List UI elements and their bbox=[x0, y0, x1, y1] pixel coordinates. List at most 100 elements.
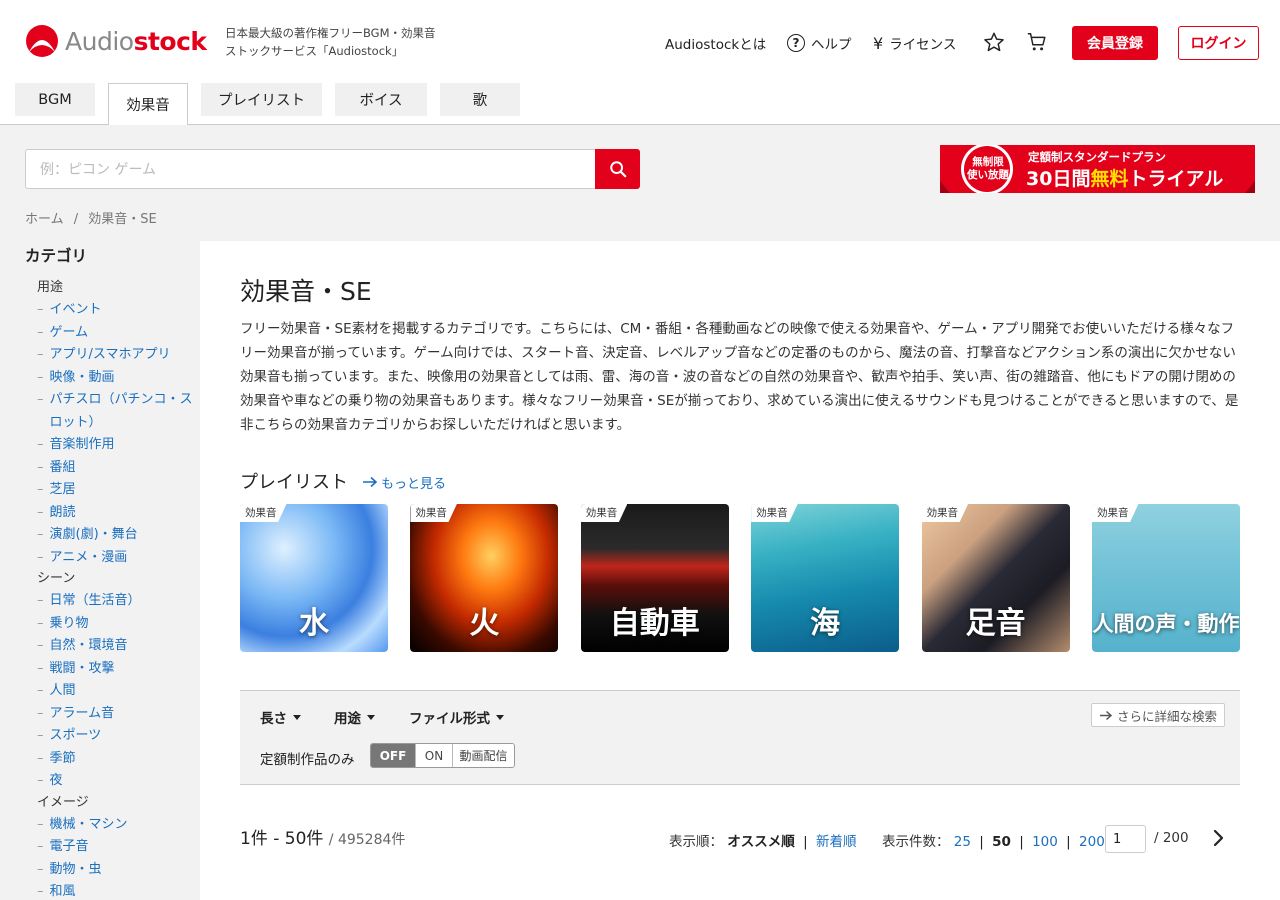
sidebar-item[interactable]: – 電子音 bbox=[25, 836, 200, 859]
sidebar-title: カテゴリ bbox=[25, 247, 88, 265]
playlist-card-human-voice[interactable]: 効果音 人間の声・動作 bbox=[1091, 504, 1240, 652]
nav-help-link[interactable]: ? ヘルプ bbox=[787, 32, 852, 54]
sidebar-item[interactable]: – アプリ/スマホアプリ bbox=[25, 344, 200, 367]
toggle-on[interactable]: ON bbox=[415, 744, 452, 767]
card-badge: 効果音 bbox=[1091, 504, 1139, 522]
cart-icon bbox=[1027, 33, 1046, 51]
card-label: 足音 bbox=[965, 606, 1026, 641]
nav-about-link[interactable]: Audiostockとは bbox=[665, 32, 766, 54]
sidebar-item[interactable]: – 人間 bbox=[25, 680, 200, 703]
sidebar-item-label: 動物・虫 bbox=[49, 861, 102, 877]
sidebar-item-label: 夜 bbox=[49, 773, 63, 788]
arrow-right-icon bbox=[1099, 710, 1113, 720]
usage-dropdown[interactable]: 用途 bbox=[334, 707, 375, 727]
dash-icon: – bbox=[37, 324, 44, 340]
per-page-100[interactable]: 100 bbox=[1032, 834, 1058, 850]
tab-bgm[interactable]: BGM bbox=[15, 83, 95, 116]
playlist-card-sea[interactable]: 効果音 海 bbox=[751, 504, 900, 652]
tab-sound-effects[interactable]: 効果音 bbox=[108, 83, 188, 125]
yen-icon: ¥ bbox=[873, 33, 884, 53]
sidebar-item[interactable]: – 和風 bbox=[25, 881, 200, 900]
sidebar-item[interactable]: – スポーツ bbox=[25, 725, 200, 748]
category-sidebar: カテゴリ 用途 – イベント – ゲーム – アプリ/スマホアプリ – 映像・動画 – パチスロ（パ… bbox=[25, 244, 200, 900]
sidebar-item[interactable]: – イベント bbox=[25, 299, 200, 322]
sidebar-item[interactable]: – 音楽制作用 bbox=[25, 434, 200, 457]
playlist-card-footsteps[interactable]: 効果音 足音 bbox=[921, 504, 1070, 652]
cart-button[interactable] bbox=[1026, 31, 1048, 53]
playlist-card-car[interactable]: 効果音 自動車 bbox=[580, 504, 729, 652]
tab-playlist[interactable]: プレイリスト bbox=[201, 83, 322, 116]
per-page-25[interactable]: 25 bbox=[954, 834, 971, 850]
nav-license-link[interactable]: ¥ ライセンス bbox=[873, 32, 956, 54]
playlist-card-fire[interactable]: 効果音 火 bbox=[410, 504, 559, 652]
sidebar-item[interactable]: – アラーム音 bbox=[25, 703, 200, 726]
search-input[interactable]: 例：ピコン ゲーム bbox=[25, 149, 596, 189]
breadcrumb-current: 効果音・SE bbox=[88, 212, 157, 227]
logo-mark-icon bbox=[26, 25, 58, 57]
subscription-toggle: OFF ON 動画配信 bbox=[370, 743, 515, 768]
sidebar-item[interactable]: – 季節 bbox=[25, 748, 200, 771]
sidebar-item[interactable]: – 朗読 bbox=[25, 502, 200, 525]
login-button[interactable]: ログイン bbox=[1178, 26, 1259, 60]
sidebar-item-label: 芝居 bbox=[49, 482, 76, 497]
sort-recommended[interactable]: オススメ順 bbox=[727, 834, 795, 850]
sidebar-item-label: ゲーム bbox=[49, 324, 89, 340]
breadcrumb-home[interactable]: ホーム bbox=[25, 212, 64, 227]
sidebar-item-label: 電子音 bbox=[49, 839, 89, 854]
sidebar-item[interactable]: – 夜 bbox=[25, 770, 200, 793]
filter-panel: 長さ 用途 ファイル形式 さらに詳細な検索 定額制作品のみ OFF ON 動画配… bbox=[240, 690, 1240, 785]
per-page-200[interactable]: 200 bbox=[1079, 834, 1105, 850]
tab-song[interactable]: 歌 bbox=[440, 83, 520, 116]
dash-icon: – bbox=[37, 861, 44, 877]
register-button[interactable]: 会員登録 bbox=[1072, 26, 1158, 60]
sidebar-item-label: アプリ/スマホアプリ bbox=[49, 347, 171, 362]
sidebar-item-label: アニメ・漫画 bbox=[49, 549, 128, 565]
sidebar-item[interactable]: – 動物・虫 bbox=[25, 859, 200, 882]
sidebar-item[interactable]: – 乗り物 bbox=[25, 613, 200, 636]
sidebar-item[interactable]: – 芝居 bbox=[25, 479, 200, 502]
search-button[interactable] bbox=[595, 149, 640, 189]
tab-voice[interactable]: ボイス bbox=[335, 83, 427, 116]
sort-newest[interactable]: 新着順 bbox=[816, 834, 857, 850]
dash-icon: – bbox=[37, 392, 44, 407]
subscription-only-label: 定額制作品のみ bbox=[260, 752, 355, 768]
sidebar-item[interactable]: – 映像・動画 bbox=[25, 367, 200, 390]
trial-banner[interactable]: 無制限 使い放題 定額制スタンダードプラン 30日間無料トライアル bbox=[940, 143, 1255, 195]
playlist-card-water[interactable]: 効果音 水 bbox=[240, 504, 388, 652]
dash-icon: – bbox=[37, 728, 44, 743]
audiostock-logo[interactable]: Audiostock bbox=[25, 24, 207, 58]
per-page-50[interactable]: 50 bbox=[992, 834, 1011, 850]
page-number-input[interactable]: 1 bbox=[1105, 825, 1146, 853]
dash-icon: – bbox=[37, 884, 44, 899]
sidebar-item[interactable]: – アニメ・漫画 bbox=[25, 547, 200, 570]
sidebar-item-label: 人間 bbox=[49, 683, 76, 698]
playlist-more-link[interactable]: もっと見る bbox=[362, 473, 446, 492]
sidebar-item[interactable]: – パチスロ（パチンコ・スロット） bbox=[25, 389, 200, 434]
playlist-header: プレイリスト もっと見る bbox=[240, 468, 446, 494]
sidebar-item[interactable]: – 自然・環境音 bbox=[25, 635, 200, 658]
sidebar-item[interactable]: – 機械・マシン bbox=[25, 814, 200, 837]
sidebar-item-label: イベント bbox=[49, 302, 102, 317]
sidebar-item[interactable]: – 戦闘・攻撃 bbox=[25, 658, 200, 681]
length-dropdown[interactable]: 長さ bbox=[260, 707, 301, 727]
sidebar-item[interactable]: – 番組 bbox=[25, 457, 200, 480]
sidebar-item[interactable]: – 日常（生活音） bbox=[25, 590, 200, 613]
advanced-search-button[interactable]: さらに詳細な検索 bbox=[1091, 703, 1225, 727]
trial-banner-graphic: 無制限 使い放題 定額制スタンダードプラン 30日間無料トライアル bbox=[940, 143, 1255, 195]
next-page-button[interactable] bbox=[1211, 828, 1227, 848]
card-badge: 効果音 bbox=[410, 504, 457, 522]
dash-icon: – bbox=[37, 705, 44, 721]
category-tabs: BGM 効果音 プレイリスト ボイス 歌 bbox=[15, 83, 533, 125]
dash-icon: – bbox=[37, 615, 44, 631]
help-icon: ? bbox=[787, 34, 805, 52]
toggle-video-streaming[interactable]: 動画配信 bbox=[452, 744, 514, 767]
sidebar-item-label: 映像・動画 bbox=[49, 369, 115, 385]
category-description: フリー効果音・SE素材を掲載するカテゴリです。こちらには、CM・番組・各種動画な… bbox=[240, 321, 1239, 433]
dash-icon: – bbox=[37, 527, 44, 542]
toggle-off[interactable]: OFF bbox=[371, 744, 415, 767]
favorites-button[interactable] bbox=[983, 31, 1005, 53]
file-format-dropdown[interactable]: ファイル形式 bbox=[409, 707, 504, 727]
sidebar-item[interactable]: – ゲーム bbox=[25, 322, 200, 345]
svg-text:定額制スタンダードプラン: 定額制スタンダードプラン bbox=[1028, 150, 1166, 164]
sidebar-item[interactable]: – 演劇(劇)・舞台 bbox=[25, 524, 200, 547]
